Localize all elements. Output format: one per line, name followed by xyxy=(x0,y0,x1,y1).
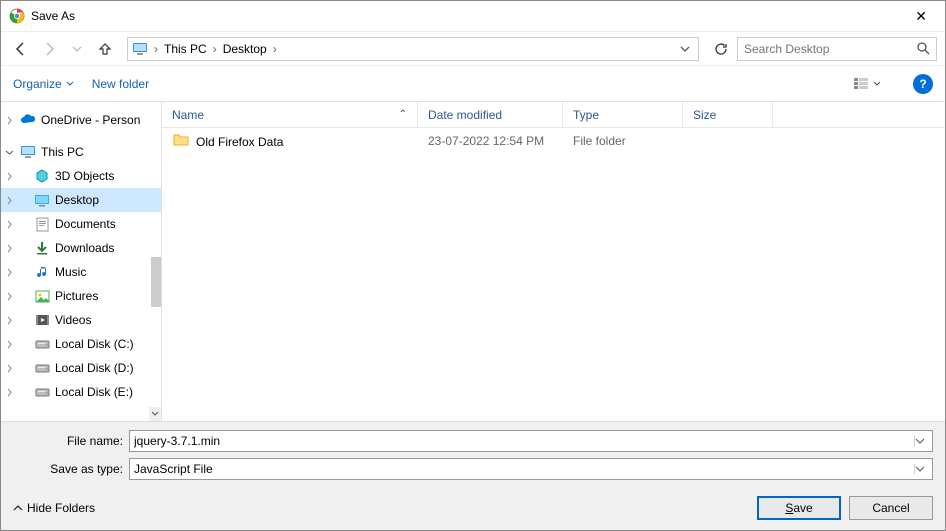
column-headers: Name Date modified Type Size xyxy=(162,102,945,128)
filename-dropdown[interactable] xyxy=(914,436,932,446)
onedrive-icon xyxy=(19,114,37,126)
expand-icon[interactable] xyxy=(5,340,19,349)
tree-item-label: This PC xyxy=(41,145,84,159)
pc-icon xyxy=(132,42,148,56)
tree-item[interactable]: Videos xyxy=(1,308,161,332)
search-input[interactable] xyxy=(744,42,917,56)
tree-item-label: Desktop xyxy=(55,193,99,207)
chevron-right-icon[interactable]: › xyxy=(271,42,279,56)
expand-icon[interactable] xyxy=(5,148,19,157)
disk-icon xyxy=(33,386,51,398)
organize-menu[interactable]: Organize xyxy=(13,77,74,91)
filename-input[interactable] xyxy=(130,434,914,448)
expand-icon[interactable] xyxy=(5,388,19,397)
tree-item[interactable]: OneDrive - Person xyxy=(1,108,161,132)
tree-item-label: Pictures xyxy=(55,289,98,303)
tree-item-label: Local Disk (E:) xyxy=(55,385,133,399)
expand-icon[interactable] xyxy=(5,220,19,229)
tree-item[interactable]: Local Disk (D:) xyxy=(1,356,161,380)
file-type: File folder xyxy=(563,134,683,148)
app-icon xyxy=(9,8,25,24)
tree-item[interactable]: 3D Objects xyxy=(1,164,161,188)
folder-icon xyxy=(172,133,190,146)
pc-icon xyxy=(19,145,37,159)
refresh-button[interactable] xyxy=(709,37,733,61)
back-button[interactable] xyxy=(9,37,33,61)
tree-item-label: 3D Objects xyxy=(55,169,114,183)
file-date: 23-07-2022 12:54 PM xyxy=(418,134,563,148)
tree-item-label: Local Disk (D:) xyxy=(55,361,134,375)
tree-item-label: Videos xyxy=(55,313,91,327)
expand-icon[interactable] xyxy=(5,172,19,181)
expand-icon[interactable] xyxy=(5,364,19,373)
desktop-icon xyxy=(33,194,51,207)
docs-icon xyxy=(33,217,51,232)
window-title: Save As xyxy=(31,9,905,23)
save-button[interactable]: Save xyxy=(757,496,841,520)
recent-dropdown[interactable] xyxy=(65,37,89,61)
tree-item-label: Local Disk (C:) xyxy=(55,337,134,351)
filename-label: File name: xyxy=(13,434,123,448)
vids-icon xyxy=(33,314,51,326)
expand-icon[interactable] xyxy=(5,116,19,125)
scroll-down-button[interactable] xyxy=(149,407,161,421)
column-name[interactable]: Name xyxy=(162,102,418,127)
tree-item[interactable]: This PC xyxy=(1,140,161,164)
breadcrumb-desktop[interactable]: Desktop xyxy=(219,40,271,58)
tree-item[interactable]: Downloads xyxy=(1,236,161,260)
chevron-up-icon xyxy=(13,503,23,513)
new-folder-button[interactable]: New folder xyxy=(92,77,149,91)
nav-tree[interactable]: OneDrive - Person This PC 3D Objects Deskto… xyxy=(1,102,161,421)
column-date[interactable]: Date modified xyxy=(418,102,563,127)
help-button[interactable]: ? xyxy=(913,74,933,94)
tree-item-label: Downloads xyxy=(55,241,114,255)
filetype-field[interactable]: JavaScript File xyxy=(129,458,933,480)
filetype-value: JavaScript File xyxy=(130,462,914,476)
tree-item[interactable]: Pictures xyxy=(1,284,161,308)
filetype-dropdown[interactable] xyxy=(914,464,932,474)
expand-icon[interactable] xyxy=(5,196,19,205)
tree-item[interactable]: Documents xyxy=(1,212,161,236)
address-dropdown[interactable] xyxy=(676,44,694,54)
pics-icon xyxy=(33,290,51,303)
expand-icon[interactable] xyxy=(5,268,19,277)
column-size[interactable]: Size xyxy=(683,102,773,127)
3d-icon xyxy=(33,169,51,183)
up-button[interactable] xyxy=(93,37,117,61)
search-icon[interactable] xyxy=(917,42,930,55)
expand-icon[interactable] xyxy=(5,316,19,325)
breadcrumb-thispc[interactable]: This PC xyxy=(160,40,211,58)
down-icon xyxy=(33,241,51,255)
file-list[interactable]: Old Firefox Data 23-07-2022 12:54 PMFile … xyxy=(162,128,945,154)
expand-icon[interactable] xyxy=(5,292,19,301)
disk-icon xyxy=(33,338,51,350)
filetype-label: Save as type: xyxy=(13,462,123,476)
view-options[interactable] xyxy=(849,75,885,93)
expand-icon[interactable] xyxy=(5,244,19,253)
disk-icon xyxy=(33,362,51,374)
close-button[interactable]: ✕ xyxy=(905,4,937,29)
file-name: Old Firefox Data xyxy=(196,135,283,149)
tree-item[interactable]: Desktop xyxy=(1,188,161,212)
address-bar[interactable]: › This PC › Desktop › xyxy=(127,37,699,61)
chevron-right-icon[interactable]: › xyxy=(152,42,160,56)
column-type[interactable]: Type xyxy=(563,102,683,127)
search-box[interactable] xyxy=(737,37,937,61)
file-row[interactable]: Old Firefox Data 23-07-2022 12:54 PMFile … xyxy=(162,128,945,154)
tree-item[interactable]: Local Disk (E:) xyxy=(1,380,161,404)
cancel-button[interactable]: Cancel xyxy=(849,496,933,520)
tree-item[interactable]: Local Disk (C:) xyxy=(1,332,161,356)
filename-field[interactable] xyxy=(129,430,933,452)
tree-item-label: Documents xyxy=(55,217,116,231)
tree-item-label: OneDrive - Person xyxy=(41,113,140,127)
music-icon xyxy=(33,265,51,279)
hide-folders-toggle[interactable]: Hide Folders xyxy=(13,501,95,515)
tree-item-label: Music xyxy=(55,265,86,279)
forward-button[interactable] xyxy=(37,37,61,61)
tree-item[interactable]: Music xyxy=(1,260,161,284)
scrollbar-thumb[interactable] xyxy=(151,257,161,307)
chevron-right-icon[interactable]: › xyxy=(211,42,219,56)
